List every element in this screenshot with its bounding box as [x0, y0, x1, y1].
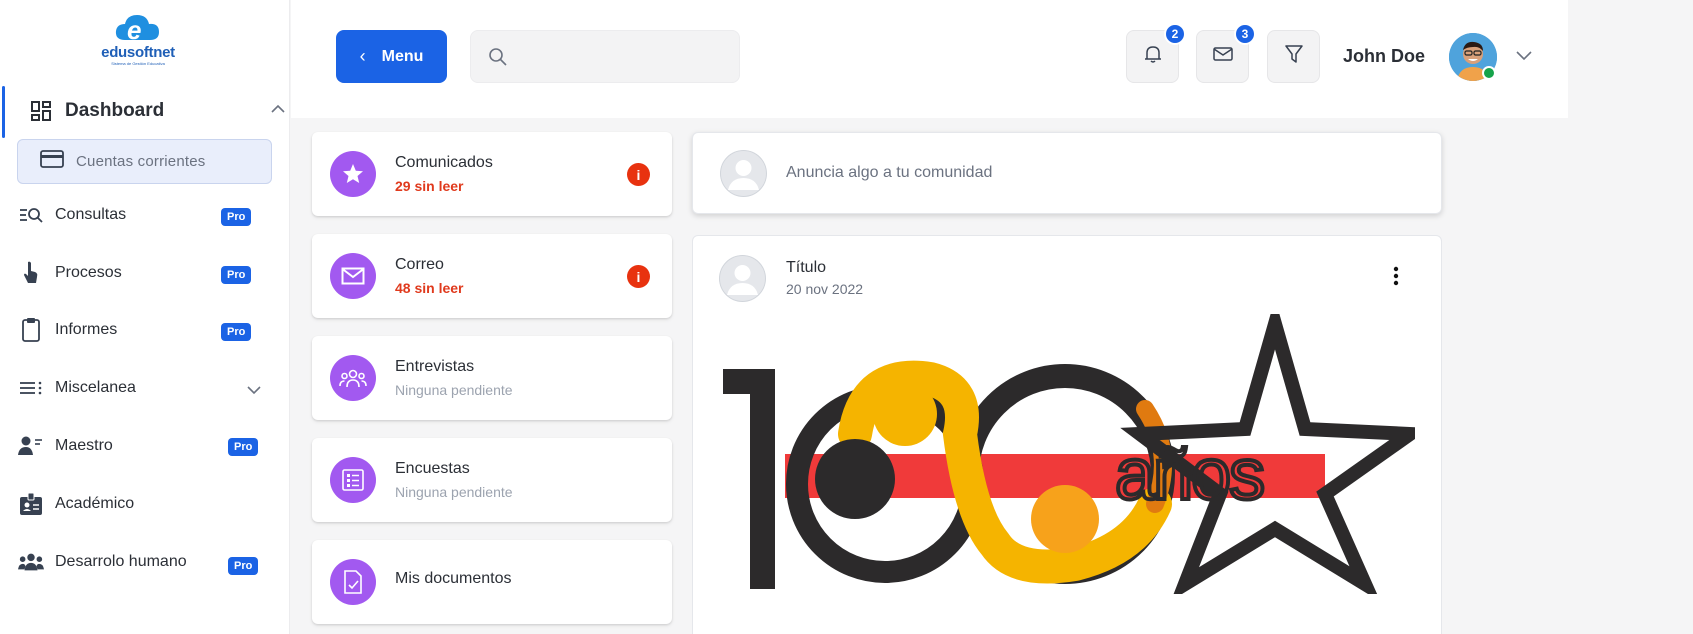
sidebar-item-consultas[interactable]: Consultas Pro: [18, 200, 278, 230]
card-title: Encuestas: [395, 460, 470, 477]
svg-text:e: e: [127, 15, 141, 45]
sidebar-item-label: Desarrolo humano: [55, 553, 187, 570]
bell-icon: [1144, 44, 1162, 69]
card-encuestas[interactable]: Encuestas Ninguna pendiente: [312, 438, 672, 522]
menu-button[interactable]: ‹ Menu: [336, 30, 447, 83]
filter-icon: [1284, 44, 1303, 69]
menu-button-label: Menu: [381, 47, 424, 65]
sidebar-item-academico[interactable]: Académico: [18, 489, 278, 519]
brand-name: edusoftnet: [101, 44, 175, 61]
top-bar: ‹ Menu 2 3 John Doe: [291, 0, 1568, 118]
card-subtitle: Ninguna pendiente: [395, 382, 513, 398]
chevron-left-icon: ‹: [359, 46, 366, 66]
user-name[interactable]: John Doe: [1343, 46, 1425, 67]
search-input[interactable]: [471, 31, 739, 82]
search-list-icon: [18, 203, 44, 227]
star-icon: [330, 151, 376, 197]
pro-badge: Pro: [221, 208, 252, 226]
group-icon: [330, 355, 376, 401]
pro-badge: Pro: [228, 438, 259, 456]
people-icon: [18, 550, 44, 574]
card-title: Entrevistas: [395, 358, 475, 375]
notifications-badge: 2: [1164, 23, 1186, 45]
sidebar-item-maestro[interactable]: Maestro Pro: [18, 431, 278, 461]
credit-card-icon: [40, 150, 64, 173]
sidebar-item-label: Miscelanea: [55, 379, 136, 396]
sidebar-item-miscelanea[interactable]: Miscelanea: [18, 373, 278, 403]
user-placeholder-icon: [719, 255, 766, 302]
sidebar-item-label: Académico: [55, 495, 135, 512]
card-correo[interactable]: Correo 48 sin leer i: [312, 234, 672, 318]
filter-button[interactable]: [1267, 30, 1320, 83]
card-title: Correo: [395, 256, 444, 273]
user-placeholder-icon: [720, 149, 767, 197]
card-title: Mis documentos: [395, 570, 512, 587]
post-card: Título 20 nov 2022 años: [692, 235, 1442, 634]
search-icon: [488, 47, 508, 72]
survey-icon: [330, 457, 376, 503]
sidebar-subitem-cuentas-corrientes[interactable]: Cuentas corrientes: [17, 139, 272, 184]
search-box: [470, 30, 740, 83]
active-indicator: [2, 86, 5, 138]
sidebar-item-dashboard[interactable]: Dashboard: [28, 96, 288, 126]
alert-info-icon: i: [627, 265, 650, 288]
more-options-icon[interactable]: [1393, 266, 1399, 291]
sidebar-item-label: Maestro: [55, 437, 113, 454]
mail-icon: [1212, 46, 1233, 67]
clipboard-icon: [18, 318, 44, 342]
list-icon: [18, 376, 44, 400]
alert-info-icon: i: [627, 163, 650, 186]
composer-prompt: Anuncia algo a tu comunidad: [786, 164, 993, 181]
cloud-e-logo-icon: e: [115, 15, 159, 45]
post-composer[interactable]: Anuncia algo a tu comunidad: [692, 132, 1442, 214]
touch-icon: [18, 261, 44, 285]
sidebar-item-desarrolo-humano[interactable]: Desarrolo humano Pro: [18, 547, 278, 577]
document-icon: [330, 559, 376, 605]
brand-logo[interactable]: e edusoftnet Sistema de Gestión Educativ…: [90, 12, 186, 74]
id-badge-icon: [18, 492, 44, 516]
card-comunicados[interactable]: Comunicados 29 sin leer i: [312, 132, 672, 216]
post-title: Título: [786, 259, 827, 276]
teacher-icon: [18, 434, 44, 458]
card-entrevistas[interactable]: Entrevistas Ninguna pendiente: [312, 336, 672, 420]
brand-tagline: Sistema de Gestión Educativa: [111, 61, 165, 66]
sidebar-item-label: Procesos: [55, 264, 122, 281]
pro-badge: Pro: [221, 266, 252, 284]
sidebar-item-procesos[interactable]: Procesos Pro: [18, 258, 278, 288]
messages-badge: 3: [1234, 23, 1256, 45]
card-title: Comunicados: [395, 154, 493, 171]
sidebar-item-informes[interactable]: Informes Pro: [18, 315, 278, 345]
svg-text:años: años: [1115, 435, 1263, 515]
sidebar-item-label: Dashboard: [65, 100, 165, 121]
pro-badge: Pro: [228, 557, 259, 575]
online-status-dot: [1482, 66, 1496, 80]
card-subtitle: Ninguna pendiente: [395, 484, 513, 500]
card-subtitle: 29 sin leer: [395, 178, 464, 194]
chevron-up-icon[interactable]: [270, 101, 286, 119]
chevron-down-icon[interactable]: [1515, 48, 1533, 66]
notifications-button[interactable]: 2: [1126, 23, 1186, 83]
pro-badge: Pro: [221, 323, 252, 341]
messages-button[interactable]: 3: [1196, 23, 1256, 83]
chevron-down-icon[interactable]: [246, 382, 262, 400]
mail-icon: [330, 253, 376, 299]
post-image-100-anos: años: [715, 298, 1431, 602]
sidebar-item-label: Informes: [55, 321, 118, 338]
sidebar: e edusoftnet Sistema de Gestión Educativ…: [0, 0, 290, 634]
sidebar-item-label: Consultas: [55, 206, 127, 223]
dashboard-icon: [28, 99, 54, 123]
card-subtitle: 48 sin leer: [395, 280, 464, 296]
card-mis-documentos[interactable]: Mis documentos: [312, 540, 672, 624]
post-date: 20 nov 2022: [786, 281, 864, 297]
sidebar-subitem-label: Cuentas corrientes: [76, 153, 206, 170]
